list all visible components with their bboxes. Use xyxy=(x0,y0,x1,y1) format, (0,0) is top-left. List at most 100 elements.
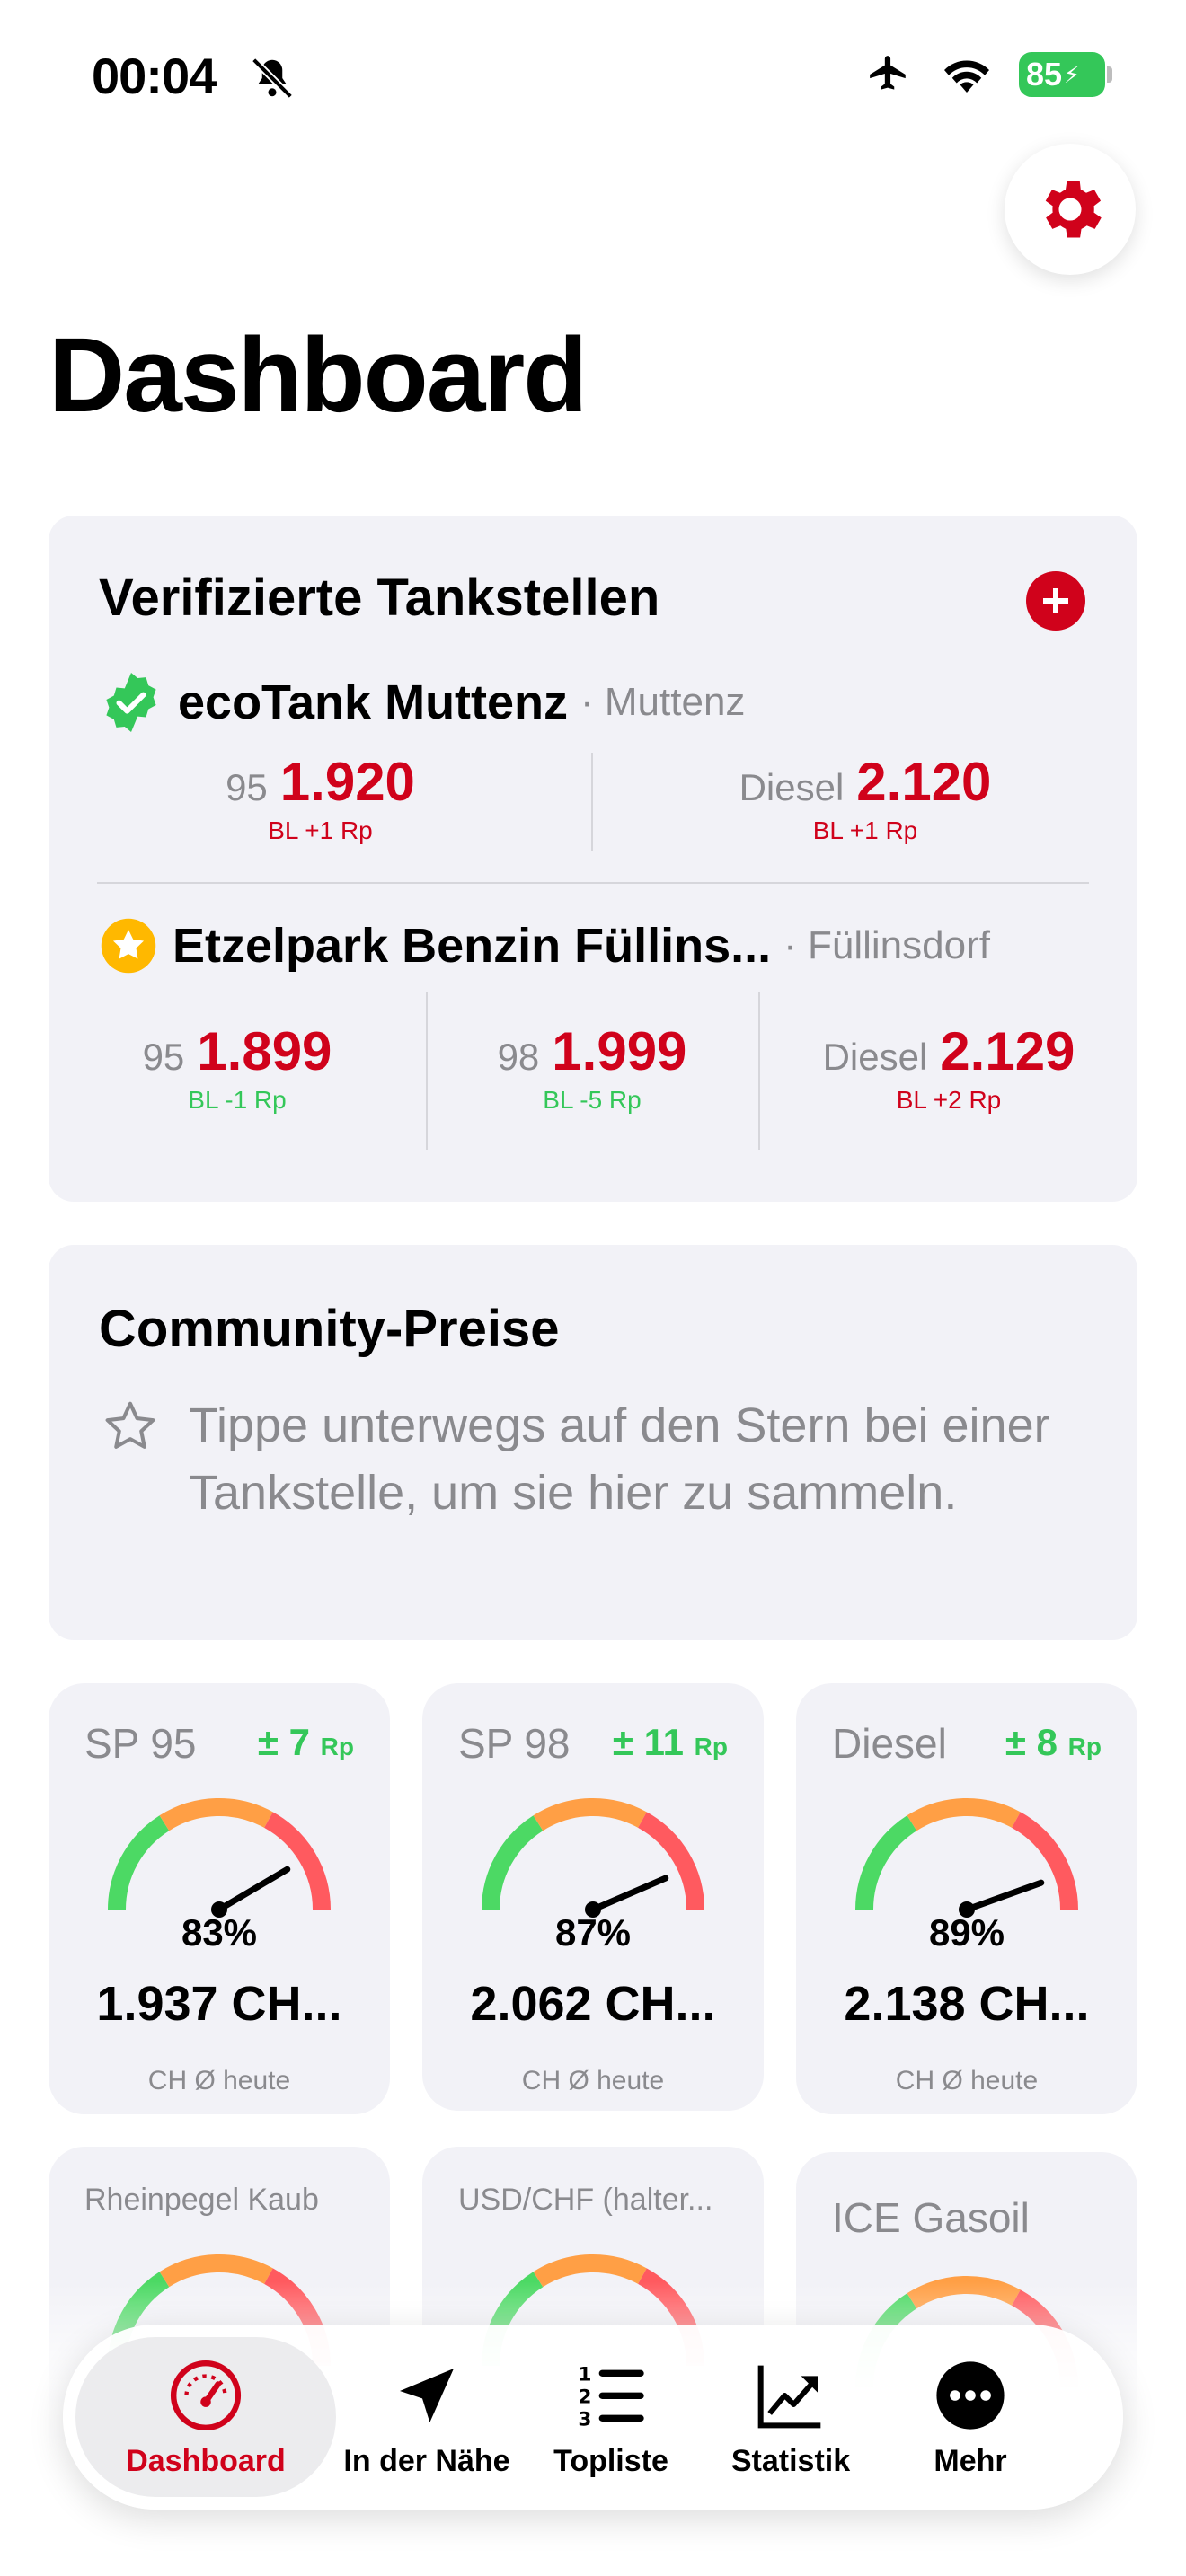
community-prices-title: Community-Preise xyxy=(99,1300,560,1358)
gauge-tile[interactable]: SP 98 ± 11 Rp 87% 2.062 CH... CH Ø heute xyxy=(422,1683,764,2111)
airplane-icon xyxy=(870,56,906,90)
gauge-tile[interactable]: SP 95 ± 7 Rp 83% 1.937 CH... CH Ø heute xyxy=(49,1683,390,2114)
gauge-arc-red xyxy=(263,1812,331,1910)
community-prices-card: Community-Preise Tippe unterwegs auf den… xyxy=(49,1245,1137,1640)
price-cell: 95 1.920 BL +1 Rp xyxy=(49,751,592,845)
station-name: Etzelpark Benzin Füllins... xyxy=(173,919,772,973)
gauge-arc-red xyxy=(637,1812,704,1910)
tab-label: Dashboard xyxy=(126,2443,286,2478)
svg-text:3: 3 xyxy=(578,2408,591,2430)
numbered-list-icon: 1 2 3 xyxy=(571,2356,651,2435)
community-hint-text: Tippe unterwegs auf den Stern bei einer … xyxy=(189,1398,1050,1520)
tab-nearby[interactable]: In der Nähe xyxy=(332,2325,521,2510)
tab-label: In der Nähe xyxy=(343,2443,510,2478)
tab-dashboard[interactable]: Dashboard xyxy=(75,2325,336,2510)
price-delta: BL +2 Rp xyxy=(896,1086,1002,1114)
tab-bar: Dashboard In der Nähe 1 2 3 Topliste Sta… xyxy=(63,2325,1123,2510)
svg-text:2: 2 xyxy=(578,2386,591,2408)
tab-topliste[interactable]: 1 2 3 Topliste xyxy=(521,2325,701,2510)
price-cell: 98 1.999 BL -5 Rp xyxy=(428,1020,757,1115)
indicator-name: Rheinpegel Kaub xyxy=(84,2183,319,2217)
price-value: 1.899 xyxy=(197,1021,332,1081)
price-delta: BL +1 Rp xyxy=(268,816,373,844)
status-bar: 00:04 85 ⚡ xyxy=(0,0,1186,162)
verified-stations-title: Verifizierte Tankstellen xyxy=(99,569,660,627)
station-city: · Füllinsdorf xyxy=(783,923,990,967)
wifi-icon xyxy=(944,60,989,93)
divider xyxy=(97,882,1089,884)
gauge-caption: CH Ø heute xyxy=(147,2066,291,2095)
gauge-caption: CH Ø heute xyxy=(521,2066,665,2095)
more-icon xyxy=(931,2356,1010,2435)
gauge-price: 1.937 CH... xyxy=(96,1977,342,2031)
gauge-name: SP 95 xyxy=(84,1720,197,1767)
gauge-dial xyxy=(855,1798,1078,1918)
gauge-dial xyxy=(108,1798,331,1918)
gauge-percent: 89% xyxy=(928,1911,1005,1954)
price-cell: 95 1.899 BL -1 Rp xyxy=(49,1020,426,1115)
gauge-name: Diesel xyxy=(832,1720,947,1767)
svg-text:1: 1 xyxy=(578,2363,591,2386)
station-row[interactable]: ecoTank Muttenz · Muttenz xyxy=(99,670,745,735)
gauge-arc-orange xyxy=(159,1798,273,1831)
station-city: · Muttenz xyxy=(580,680,746,724)
tab-label: Topliste xyxy=(553,2443,668,2478)
gauge-arc-orange xyxy=(159,2254,273,2288)
price-delta: BL -1 Rp xyxy=(188,1086,287,1114)
gauge-arc-green xyxy=(855,1815,917,1910)
gauge-arc-orange xyxy=(533,2254,647,2288)
gauge-change: ± 8 Rp xyxy=(1005,1721,1102,1763)
price-cell: Diesel 2.120 BL +1 Rp xyxy=(593,751,1137,845)
tab-statistik[interactable]: Statistik xyxy=(701,2325,881,2510)
station-row[interactable]: Etzelpark Benzin Füllins... · Füllinsdor… xyxy=(99,916,990,975)
gauge-caption: CH Ø heute xyxy=(895,2066,1039,2095)
add-station-button[interactable] xyxy=(1026,571,1085,631)
gauge-needle xyxy=(963,1879,1045,1913)
speedometer-icon xyxy=(166,2356,245,2435)
battery-indicator: 85 ⚡ xyxy=(1019,52,1112,97)
gauge-name: SP 98 xyxy=(458,1720,571,1767)
tab-label: Statistik xyxy=(730,2443,851,2478)
plus-icon xyxy=(1043,588,1068,613)
gauge-change: ± 7 Rp xyxy=(257,1721,354,1763)
price-delta: BL +1 Rp xyxy=(812,816,918,844)
gauge-needle xyxy=(216,1866,291,1913)
price-value: 1.999 xyxy=(552,1021,687,1081)
verified-badge-icon xyxy=(106,673,156,732)
gauge-price: 2.062 CH... xyxy=(470,1977,716,2031)
gauge-change: ± 11 Rp xyxy=(612,1721,728,1763)
bell-off-icon xyxy=(251,57,294,100)
gauge-arc-red xyxy=(1011,1812,1078,1910)
gauge-needle xyxy=(589,1875,669,1913)
gauge-arc-orange xyxy=(533,1798,647,1831)
tab-label: Mehr xyxy=(934,2443,1007,2478)
fuel-label: Diesel xyxy=(822,1036,928,1078)
fuel-label: 98 xyxy=(497,1036,540,1078)
gauge-arc-orange xyxy=(907,1798,1021,1831)
gauge-dial xyxy=(482,1798,704,1918)
price-value: 1.920 xyxy=(279,752,415,812)
gear-icon xyxy=(1045,181,1102,238)
price-delta: BL -5 Rp xyxy=(543,1086,642,1114)
price-value: 2.129 xyxy=(940,1021,1075,1081)
fuel-label: Diesel xyxy=(739,766,845,808)
gauge-arc-green xyxy=(482,1815,544,1910)
verified-stations-card: Verifizierte Tankstellen ecoTank Muttenz… xyxy=(49,516,1137,1202)
star-outline-icon xyxy=(105,1401,155,1449)
station-name: ecoTank Muttenz xyxy=(178,675,569,729)
gauge-percent: 83% xyxy=(181,1911,258,1954)
price-value: 2.120 xyxy=(856,752,992,812)
gauge-price: 2.138 CH... xyxy=(844,1977,1090,2031)
settings-button[interactable] xyxy=(1005,144,1136,275)
location-arrow-icon xyxy=(387,2356,466,2435)
status-time: 00:04 xyxy=(92,48,217,104)
star-badge-icon xyxy=(101,918,156,974)
price-cell: Diesel 2.129 BL +2 Rp xyxy=(760,1020,1137,1115)
fuel-label: 95 xyxy=(142,1036,185,1078)
tab-mehr[interactable]: Mehr xyxy=(881,2325,1060,2510)
gauge-tile[interactable]: Diesel ± 8 Rp 89% 2.138 CH... CH Ø heute xyxy=(796,1683,1137,2114)
battery-level: 85 xyxy=(1026,56,1063,93)
gauge-percent: 87% xyxy=(554,1911,632,1954)
fuel-label: 95 xyxy=(226,766,268,808)
gauge-arc-green xyxy=(108,1815,170,1910)
